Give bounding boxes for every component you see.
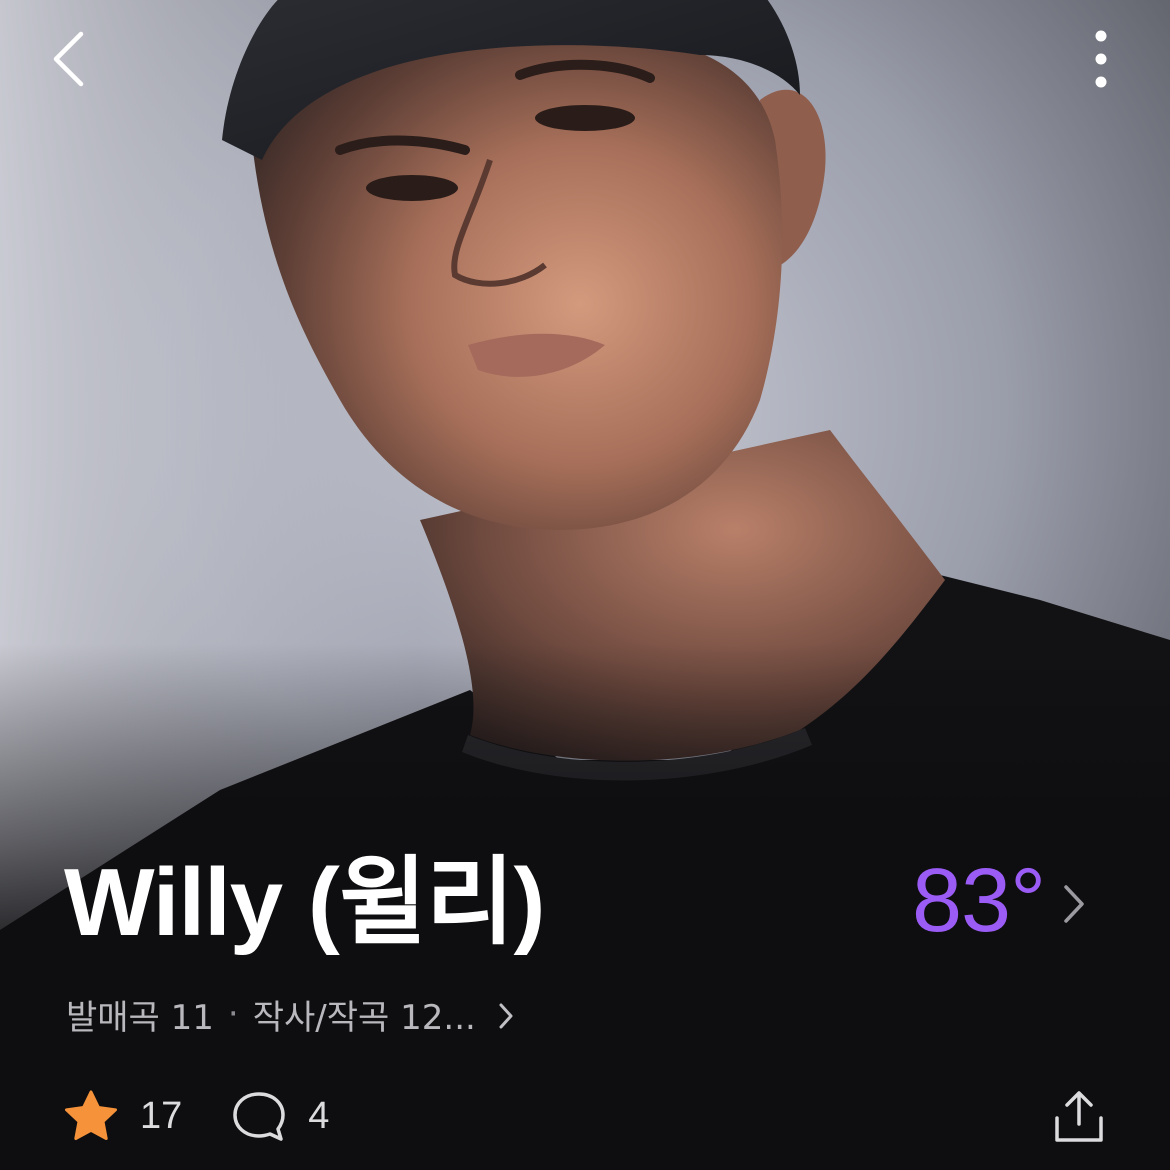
temperature-value: 83° — [912, 851, 1046, 951]
chevron-right-icon — [499, 1003, 513, 1029]
artist-stats-link[interactable]: 발매곡 11 · 작사/작곡 12... — [66, 988, 514, 1040]
written-songs-count: 작사/작곡 12... — [252, 997, 476, 1038]
vertical-ellipsis-icon — [1095, 30, 1107, 88]
share-icon — [1055, 1091, 1103, 1142]
comment-button[interactable]: 4 — [230, 1088, 329, 1144]
like-button[interactable]: 17 — [62, 1088, 182, 1144]
chevron-left-icon — [53, 31, 84, 87]
comment-count: 4 — [308, 1094, 330, 1137]
chevron-right-icon — [1064, 885, 1084, 923]
more-options-button[interactable] — [1078, 24, 1124, 94]
released-songs-count: 발매곡 11 — [66, 997, 214, 1038]
like-count: 17 — [140, 1094, 183, 1137]
share-button[interactable] — [1048, 1084, 1110, 1148]
back-button[interactable] — [38, 24, 98, 94]
action-bar: 17 4 — [62, 1084, 329, 1148]
temperature-link[interactable]: 83° — [912, 846, 1085, 956]
comment-bubble-icon — [233, 1092, 286, 1141]
star-icon — [65, 1090, 117, 1140]
artist-profile-screen: Willy (윌리) 83° 발매곡 11 · 작사/작곡 12... 17 4 — [0, 0, 1170, 1170]
artist-name: Willy (윌리) — [64, 849, 545, 956]
dot-separator: · — [227, 994, 239, 1034]
